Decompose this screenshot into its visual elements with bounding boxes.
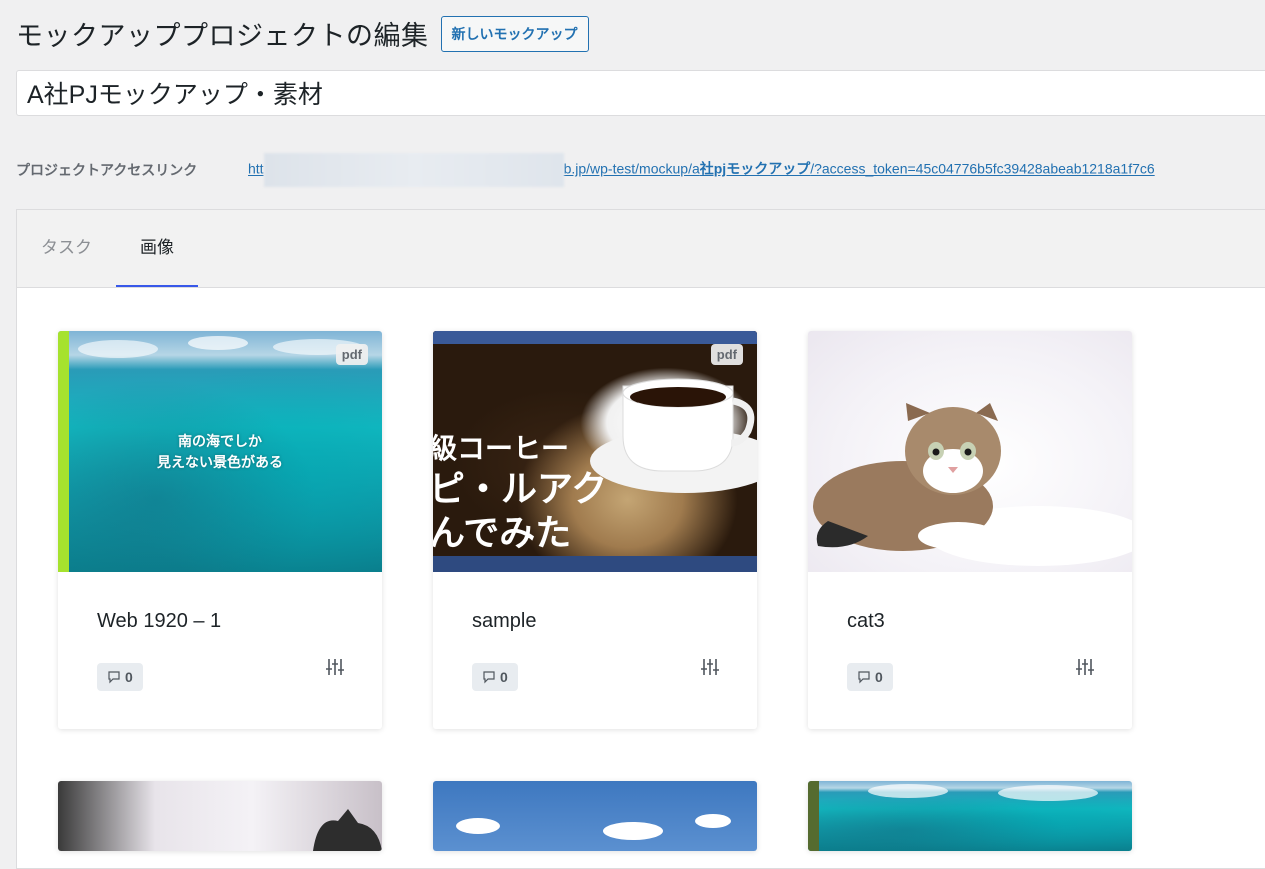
page-header: モックアッププロジェクトの編集 新しいモックアップ [16, 14, 589, 53]
mockup-card[interactable] [433, 781, 757, 851]
card-thumbnail[interactable]: 級コーヒー ピ・ルアク んでみた pdf [433, 331, 757, 572]
card-body: sample 0 [433, 572, 757, 729]
redacted-blur [263, 153, 564, 187]
access-link-path: b.jp/wp-test/mockup/a [563, 160, 700, 177]
overlay-line: 南の海でしか [178, 433, 262, 449]
cat-graphic [813, 403, 1132, 566]
comment-icon [108, 671, 120, 684]
project-title-input[interactable] [16, 70, 1265, 116]
access-link-prefix: htt [248, 160, 264, 177]
card-title: cat3 [847, 610, 885, 632]
tab-bar: タスク 画像 [17, 210, 1265, 288]
new-mockup-button[interactable]: 新しいモックアップ [440, 15, 589, 52]
card-title: sample [472, 610, 537, 632]
access-link-bold: 社pjモックアップ [699, 160, 811, 177]
sliders-icon[interactable] [326, 658, 344, 681]
card-thumbnail[interactable] [58, 781, 382, 851]
comment-icon [483, 671, 495, 684]
card-thumbnail[interactable] [433, 781, 757, 851]
access-link[interactable]: htt b.jp/wp-test/mockup/a社pjモックアップ/?acces… [248, 153, 1155, 187]
cat-photo-graphic [313, 809, 382, 851]
overlay-line: ピ・ルアク [433, 468, 608, 509]
sliders-icon[interactable] [1076, 658, 1094, 681]
card-body: cat3 0 [808, 572, 1132, 729]
comment-icon [858, 671, 870, 684]
card-thumbnail[interactable] [808, 331, 1132, 572]
mockup-card[interactable] [808, 781, 1132, 851]
page-title: モックアッププロジェクトの編集 [16, 21, 429, 51]
access-link-label: プロジェクトアクセスリンク [16, 162, 198, 178]
thumbnail-overlay-text: 南の海でしか 見えない景色がある [58, 431, 382, 473]
mockup-card[interactable]: cat3 0 [808, 331, 1132, 729]
comment-count-badge[interactable]: 0 [97, 663, 143, 691]
comment-count-badge[interactable]: 0 [847, 663, 893, 691]
access-link-row: プロジェクトアクセスリンク htt b.jp/wp-test/mockup/a社p… [16, 153, 1155, 187]
comment-count: 0 [125, 669, 133, 685]
sliders-icon[interactable] [701, 658, 719, 681]
card-thumbnail[interactable]: 南の海でしか 見えない景色がある pdf [58, 331, 382, 572]
card-title: Web 1920 – 1 [97, 610, 222, 632]
tab-tasks[interactable]: タスク [17, 210, 116, 287]
mockup-card[interactable]: 南の海でしか 見えない景色がある pdf Web 1920 – 1 0 [58, 331, 382, 729]
overlay-line: んでみた [433, 512, 572, 553]
comment-count-badge[interactable]: 0 [472, 663, 518, 691]
sky-clouds [456, 814, 731, 840]
mockup-card[interactable] [58, 781, 382, 851]
mockup-card[interactable]: 級コーヒー ピ・ルアク んでみた pdf sample 0 [433, 331, 757, 729]
sea-clouds [868, 784, 1098, 801]
overlay-line: 見えない景色がある [157, 454, 283, 470]
card-thumbnail[interactable] [808, 781, 1132, 851]
tab-images[interactable]: 画像 [116, 210, 198, 287]
comment-count: 0 [875, 669, 883, 685]
file-type-badge: pdf [335, 344, 368, 365]
card-body: Web 1920 – 1 0 [58, 572, 382, 729]
access-link-token: /?access_token=45c04776b5fc39428abeab121… [810, 160, 1155, 177]
thumbnail-overlay-text: 級コーヒー ピ・ルアク んでみた [433, 431, 607, 555]
comment-count: 0 [500, 669, 508, 685]
overlay-line: 級コーヒー [433, 433, 570, 464]
file-type-badge: pdf [710, 344, 743, 365]
